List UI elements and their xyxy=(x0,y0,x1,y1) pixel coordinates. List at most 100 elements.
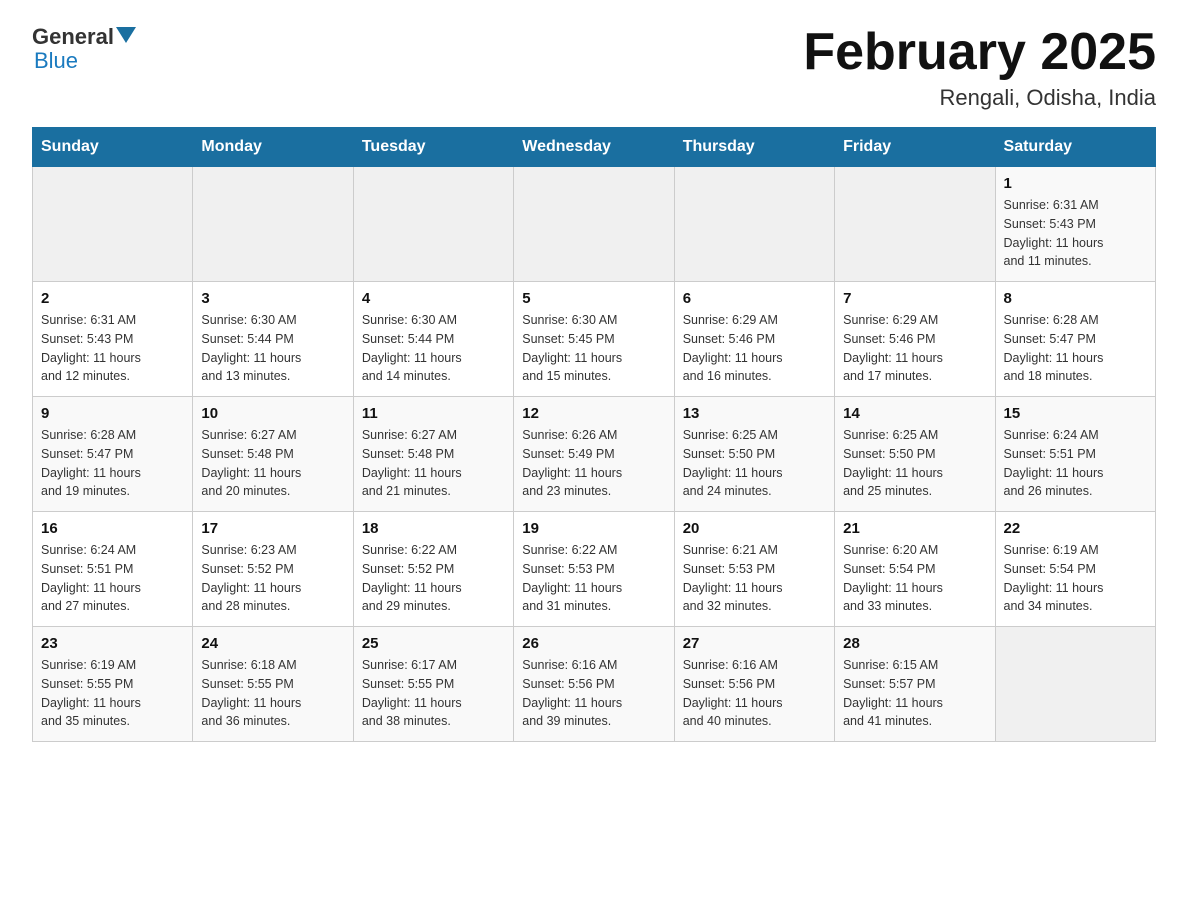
logo-arrow-icon xyxy=(116,27,136,43)
day-info: Sunrise: 6:21 AMSunset: 5:53 PMDaylight:… xyxy=(683,541,826,616)
day-info: Sunrise: 6:29 AMSunset: 5:46 PMDaylight:… xyxy=(843,311,986,386)
day-cell: 1Sunrise: 6:31 AMSunset: 5:43 PMDaylight… xyxy=(995,167,1155,282)
day-cell: 25 Sunrise: 6:17 AMSunset: 5:55 PMDayligh… xyxy=(353,627,513,742)
day-number: 1 xyxy=(1004,175,1147,192)
header-thursday: Thursday xyxy=(674,128,834,167)
header-sunday: Sunday xyxy=(33,128,193,167)
day-number: 16 xyxy=(41,520,184,537)
header-tuesday: Tuesday xyxy=(353,128,513,167)
day-info: Sunrise: 6:17 AMSunset: 5:55 PMDaylight:… xyxy=(362,656,505,731)
day-number: 20 xyxy=(683,520,826,537)
day-number: 6 xyxy=(683,290,826,307)
day-cell: 13 Sunrise: 6:25 AMSunset: 5:50 PMDayligh… xyxy=(674,397,834,512)
day-number: 15 xyxy=(1004,405,1147,422)
day-info: Sunrise: 6:22 AMSunset: 5:52 PMDaylight:… xyxy=(362,541,505,616)
day-number: 2 xyxy=(41,290,184,307)
day-info: Sunrise: 6:30 AMSunset: 5:45 PMDaylight:… xyxy=(522,311,665,386)
logo: General Blue xyxy=(32,24,138,74)
day-cell xyxy=(835,167,995,282)
day-number: 22 xyxy=(1004,520,1147,537)
day-cell: 11 Sunrise: 6:27 AMSunset: 5:48 PMDayligh… xyxy=(353,397,513,512)
day-cell: 9Sunrise: 6:28 AMSunset: 5:47 PMDaylight… xyxy=(33,397,193,512)
day-number: 8 xyxy=(1004,290,1147,307)
day-info: Sunrise: 6:15 AMSunset: 5:57 PMDaylight:… xyxy=(843,656,986,731)
day-cell xyxy=(33,167,193,282)
day-cell: 15Sunrise: 6:24 AMSunset: 5:51 PMDayligh… xyxy=(995,397,1155,512)
day-info: Sunrise: 6:20 AMSunset: 5:54 PMDaylight:… xyxy=(843,541,986,616)
week-row-2: 9Sunrise: 6:28 AMSunset: 5:47 PMDaylight… xyxy=(33,397,1156,512)
week-row-0: 1Sunrise: 6:31 AMSunset: 5:43 PMDaylight… xyxy=(33,167,1156,282)
day-info: Sunrise: 6:29 AMSunset: 5:46 PMDaylight:… xyxy=(683,311,826,386)
day-number: 18 xyxy=(362,520,505,537)
day-number: 17 xyxy=(201,520,344,537)
calendar-body: 1 Sunrise: 6:31 AMSunset: 5:43 PMDaylight… xyxy=(33,167,1156,742)
day-cell: 21 Sunrise: 6:20 AMSunset: 5:54 PMDayligh… xyxy=(835,512,995,627)
day-number: 21 xyxy=(843,520,986,537)
day-info: Sunrise: 6:28 AMSunset: 5:47 PMDaylight:… xyxy=(1004,311,1147,386)
day-info: Sunrise: 6:27 AMSunset: 5:48 PMDaylight:… xyxy=(201,426,344,501)
day-cell: 2 Sunrise: 6:31 AMSunset: 5:43 PMDaylight… xyxy=(33,282,193,397)
day-info: Sunrise: 6:18 AMSunset: 5:55 PMDaylight:… xyxy=(201,656,344,731)
day-cell: 10 Sunrise: 6:27 AMSunset: 5:48 PMDayligh… xyxy=(193,397,353,512)
day-cell: 19 Sunrise: 6:22 AMSunset: 5:53 PMDayligh… xyxy=(514,512,674,627)
day-cell: 12 Sunrise: 6:26 AMSunset: 5:49 PMDayligh… xyxy=(514,397,674,512)
day-info: Sunrise: 6:16 AMSunset: 5:56 PMDaylight:… xyxy=(683,656,826,731)
day-number: 7 xyxy=(843,290,986,307)
day-info: Sunrise: 6:16 AMSunset: 5:56 PMDaylight:… xyxy=(522,656,665,731)
header-friday: Friday xyxy=(835,128,995,167)
day-cell: 6 Sunrise: 6:29 AMSunset: 5:46 PMDaylight… xyxy=(674,282,834,397)
day-cell: 3 Sunrise: 6:30 AMSunset: 5:44 PMDaylight… xyxy=(193,282,353,397)
day-number: 26 xyxy=(522,635,665,652)
header-saturday: Saturday xyxy=(995,128,1155,167)
day-info: Sunrise: 6:19 AMSunset: 5:55 PMDaylight:… xyxy=(41,656,184,731)
day-number: 12 xyxy=(522,405,665,422)
day-cell xyxy=(674,167,834,282)
header-wednesday: Wednesday xyxy=(514,128,674,167)
day-cell: 14 Sunrise: 6:25 AMSunset: 5:50 PMDayligh… xyxy=(835,397,995,512)
logo-general-text: General xyxy=(32,24,114,50)
day-number: 24 xyxy=(201,635,344,652)
day-number: 14 xyxy=(843,405,986,422)
day-number: 4 xyxy=(362,290,505,307)
day-info: Sunrise: 6:19 AMSunset: 5:54 PMDaylight:… xyxy=(1004,541,1147,616)
day-info: Sunrise: 6:28 AMSunset: 5:47 PMDaylight:… xyxy=(41,426,184,501)
day-info: Sunrise: 6:31 AMSunset: 5:43 PMDaylight:… xyxy=(41,311,184,386)
day-number: 28 xyxy=(843,635,986,652)
day-number: 5 xyxy=(522,290,665,307)
day-number: 23 xyxy=(41,635,184,652)
calendar-table: SundayMondayTuesdayWednesdayThursdayFrid… xyxy=(32,127,1156,742)
day-number: 19 xyxy=(522,520,665,537)
day-info: Sunrise: 6:23 AMSunset: 5:52 PMDaylight:… xyxy=(201,541,344,616)
day-info: Sunrise: 6:25 AMSunset: 5:50 PMDaylight:… xyxy=(683,426,826,501)
day-number: 25 xyxy=(362,635,505,652)
day-cell: 24 Sunrise: 6:18 AMSunset: 5:55 PMDayligh… xyxy=(193,627,353,742)
week-row-1: 2 Sunrise: 6:31 AMSunset: 5:43 PMDaylight… xyxy=(33,282,1156,397)
day-cell xyxy=(353,167,513,282)
day-info: Sunrise: 6:27 AMSunset: 5:48 PMDaylight:… xyxy=(362,426,505,501)
location-title: Rengali, Odisha, India xyxy=(803,85,1156,111)
day-info: Sunrise: 6:22 AMSunset: 5:53 PMDaylight:… xyxy=(522,541,665,616)
day-cell: 7 Sunrise: 6:29 AMSunset: 5:46 PMDaylight… xyxy=(835,282,995,397)
day-cell: 27Sunrise: 6:16 AMSunset: 5:56 PMDayligh… xyxy=(674,627,834,742)
day-cell: 16 Sunrise: 6:24 AMSunset: 5:51 PMDayligh… xyxy=(33,512,193,627)
header-monday: Monday xyxy=(193,128,353,167)
day-cell: 28 Sunrise: 6:15 AMSunset: 5:57 PMDayligh… xyxy=(835,627,995,742)
header-row: SundayMondayTuesdayWednesdayThursdayFrid… xyxy=(33,128,1156,167)
week-row-3: 16 Sunrise: 6:24 AMSunset: 5:51 PMDayligh… xyxy=(33,512,1156,627)
day-info: Sunrise: 6:24 AMSunset: 5:51 PMDaylight:… xyxy=(41,541,184,616)
day-cell: 22 Sunrise: 6:19 AMSunset: 5:54 PMDayligh… xyxy=(995,512,1155,627)
day-info: Sunrise: 6:26 AMSunset: 5:49 PMDaylight:… xyxy=(522,426,665,501)
month-title: February 2025 xyxy=(803,24,1156,81)
day-number: 10 xyxy=(201,405,344,422)
day-number: 11 xyxy=(362,405,505,422)
day-cell: 26 Sunrise: 6:16 AMSunset: 5:56 PMDayligh… xyxy=(514,627,674,742)
day-number: 3 xyxy=(201,290,344,307)
day-info: Sunrise: 6:25 AMSunset: 5:50 PMDaylight:… xyxy=(843,426,986,501)
logo-text: General xyxy=(32,24,138,50)
week-row-4: 23 Sunrise: 6:19 AMSunset: 5:55 PMDayligh… xyxy=(33,627,1156,742)
day-cell: 23 Sunrise: 6:19 AMSunset: 5:55 PMDayligh… xyxy=(33,627,193,742)
day-number: 13 xyxy=(683,405,826,422)
day-cell: 5 Sunrise: 6:30 AMSunset: 5:45 PMDaylight… xyxy=(514,282,674,397)
day-info: Sunrise: 6:30 AMSunset: 5:44 PMDaylight:… xyxy=(201,311,344,386)
day-cell: 20 Sunrise: 6:21 AMSunset: 5:53 PMDayligh… xyxy=(674,512,834,627)
